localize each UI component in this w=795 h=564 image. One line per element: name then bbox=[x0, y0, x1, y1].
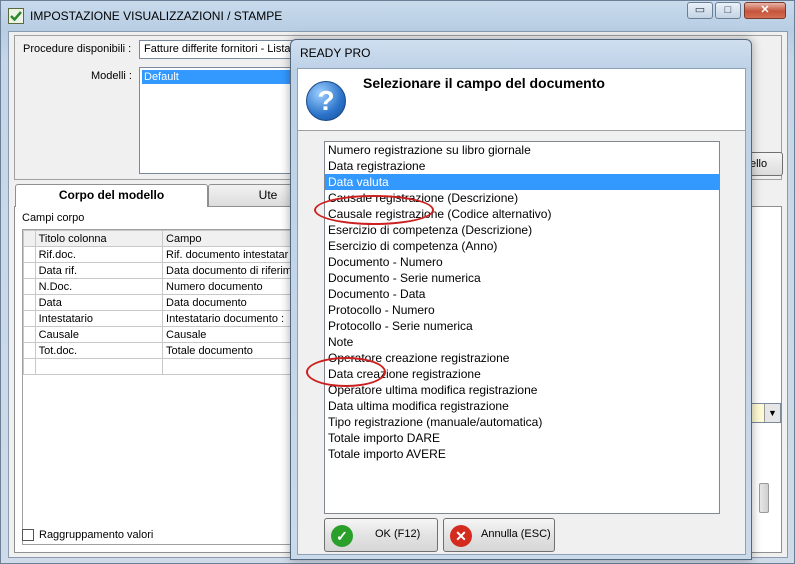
table-row[interactable]: Intestatario Intestatario documento : bbox=[23, 310, 296, 327]
cell-title[interactable]: N.Doc. bbox=[34, 278, 164, 295]
dialog-heading: Selezionare il campo del documento bbox=[363, 75, 605, 91]
grid-caption: Campi corpo bbox=[22, 212, 85, 224]
grid-header-row: Titolo colonna Campo bbox=[23, 230, 296, 247]
cell-field[interactable] bbox=[162, 358, 296, 375]
window-title: IMPOSTAZIONE VISUALIZZAZIONI / STAMPE bbox=[30, 9, 283, 23]
cancel-icon: ✕ bbox=[450, 525, 472, 547]
table-row[interactable]: Rif.doc. Rif. documento intestatar bbox=[23, 246, 296, 263]
question-icon: ? bbox=[306, 81, 346, 121]
row-indicator bbox=[23, 358, 36, 375]
dialog-client: ? Selezionare il campo del documento Num… bbox=[297, 68, 746, 555]
dropdown-arrow-icon[interactable]: ▼ bbox=[764, 404, 780, 422]
cell-field[interactable]: Totale documento bbox=[162, 342, 296, 359]
cell-title[interactable]: Tot.doc. bbox=[34, 342, 164, 359]
cancel-button-label: Annulla (ESC) bbox=[481, 528, 551, 540]
table-row-empty[interactable] bbox=[23, 358, 296, 375]
row-indicator bbox=[23, 310, 36, 327]
row-indicator bbox=[23, 294, 36, 311]
model-action-button[interactable]: ello bbox=[747, 152, 783, 176]
minimize-button[interactable]: ▭ bbox=[687, 2, 713, 19]
list-item[interactable]: Note bbox=[325, 334, 719, 350]
maximize-button[interactable]: □ bbox=[715, 2, 741, 19]
right-combo[interactable]: ▼ bbox=[751, 403, 781, 423]
dialog-title: READY PRO bbox=[300, 46, 371, 60]
cell-title[interactable] bbox=[34, 358, 164, 375]
checkbox-checked-icon bbox=[8, 8, 24, 24]
table-row[interactable]: Data rif. Data documento di riferim bbox=[23, 262, 296, 279]
cell-title[interactable]: Data rif. bbox=[34, 262, 164, 279]
list-item[interactable]: Data ultima modifica registrazione bbox=[325, 398, 719, 414]
main-titlebar[interactable]: IMPOSTAZIONE VISUALIZZAZIONI / STAMPE ▭ … bbox=[1, 1, 794, 31]
dialog-header: ? Selezionare il campo del documento bbox=[298, 69, 745, 131]
list-item[interactable]: Numero registrazione su libro giornale bbox=[325, 142, 719, 158]
table-row[interactable]: N.Doc. Numero documento bbox=[23, 278, 296, 295]
grid-row-indicator-header bbox=[23, 230, 36, 247]
cancel-button[interactable]: ✕ Annulla (ESC) bbox=[443, 518, 555, 552]
scrollbar-thumb[interactable] bbox=[759, 483, 769, 513]
grid-header-field[interactable]: Campo bbox=[162, 230, 296, 247]
list-item[interactable]: Documento - Numero bbox=[325, 254, 719, 270]
cell-field[interactable]: Intestatario documento : bbox=[162, 310, 296, 327]
field-select-dialog: READY PRO ? Selezionare il campo del doc… bbox=[290, 39, 752, 560]
close-button[interactable]: ✕ bbox=[744, 2, 786, 19]
grid-header-title[interactable]: Titolo colonna bbox=[34, 230, 164, 247]
procedure-label: Procedure disponibili : bbox=[23, 43, 132, 55]
row-indicator bbox=[23, 246, 36, 263]
checkmark-icon: ✓ bbox=[331, 525, 353, 547]
row-indicator bbox=[23, 342, 36, 359]
cell-field[interactable]: Numero documento bbox=[162, 278, 296, 295]
row-indicator bbox=[23, 278, 36, 295]
grouping-label: Raggruppamento valori bbox=[39, 529, 154, 541]
cell-title[interactable]: Rif.doc. bbox=[34, 246, 164, 263]
ok-button[interactable]: ✓ OK (F12) bbox=[324, 518, 438, 552]
table-row[interactable]: Tot.doc. Totale documento bbox=[23, 342, 296, 359]
list-item[interactable]: Totale importo DARE bbox=[325, 430, 719, 446]
list-item[interactable]: Documento - Data bbox=[325, 286, 719, 302]
fields-grid[interactable]: Titolo colonna Campo Rif.doc. Rif. docume… bbox=[22, 229, 297, 545]
list-item[interactable]: Documento - Serie numerica bbox=[325, 270, 719, 286]
table-row[interactable]: Causale Causale bbox=[23, 326, 296, 343]
annotation-circle-data-valuta bbox=[314, 195, 434, 225]
cell-field[interactable]: Data documento di riferim bbox=[162, 262, 296, 279]
models-label: Modelli : bbox=[91, 70, 132, 82]
cell-field[interactable]: Data documento bbox=[162, 294, 296, 311]
ok-button-label: OK (F12) bbox=[375, 528, 421, 540]
list-item[interactable]: Operatore creazione registrazione bbox=[325, 350, 719, 366]
grouping-checkbox[interactable] bbox=[22, 529, 34, 541]
annotation-circle-note bbox=[306, 357, 386, 387]
list-item[interactable]: Tipo registrazione (manuale/automatica) bbox=[325, 414, 719, 430]
list-item[interactable]: Data registrazione bbox=[325, 158, 719, 174]
list-item[interactable]: Protocollo - Numero bbox=[325, 302, 719, 318]
row-indicator bbox=[23, 262, 36, 279]
table-row[interactable]: Data Data documento bbox=[23, 294, 296, 311]
list-item-selected[interactable]: Data valuta bbox=[325, 174, 719, 190]
cell-field[interactable]: Rif. documento intestatar bbox=[162, 246, 296, 263]
list-item[interactable]: Operatore ultima modifica registrazione bbox=[325, 382, 719, 398]
cell-field[interactable]: Causale bbox=[162, 326, 296, 343]
list-item[interactable]: Esercizio di competenza (Anno) bbox=[325, 238, 719, 254]
cell-title[interactable]: Data bbox=[34, 294, 164, 311]
cell-title[interactable]: Causale bbox=[34, 326, 164, 343]
cell-title[interactable]: Intestatario bbox=[34, 310, 164, 327]
list-item[interactable]: Totale importo AVERE bbox=[325, 446, 719, 462]
tab-corpo-modello[interactable]: Corpo del modello bbox=[15, 184, 208, 207]
row-indicator bbox=[23, 326, 36, 343]
list-item[interactable]: Protocollo - Serie numerica bbox=[325, 318, 719, 334]
